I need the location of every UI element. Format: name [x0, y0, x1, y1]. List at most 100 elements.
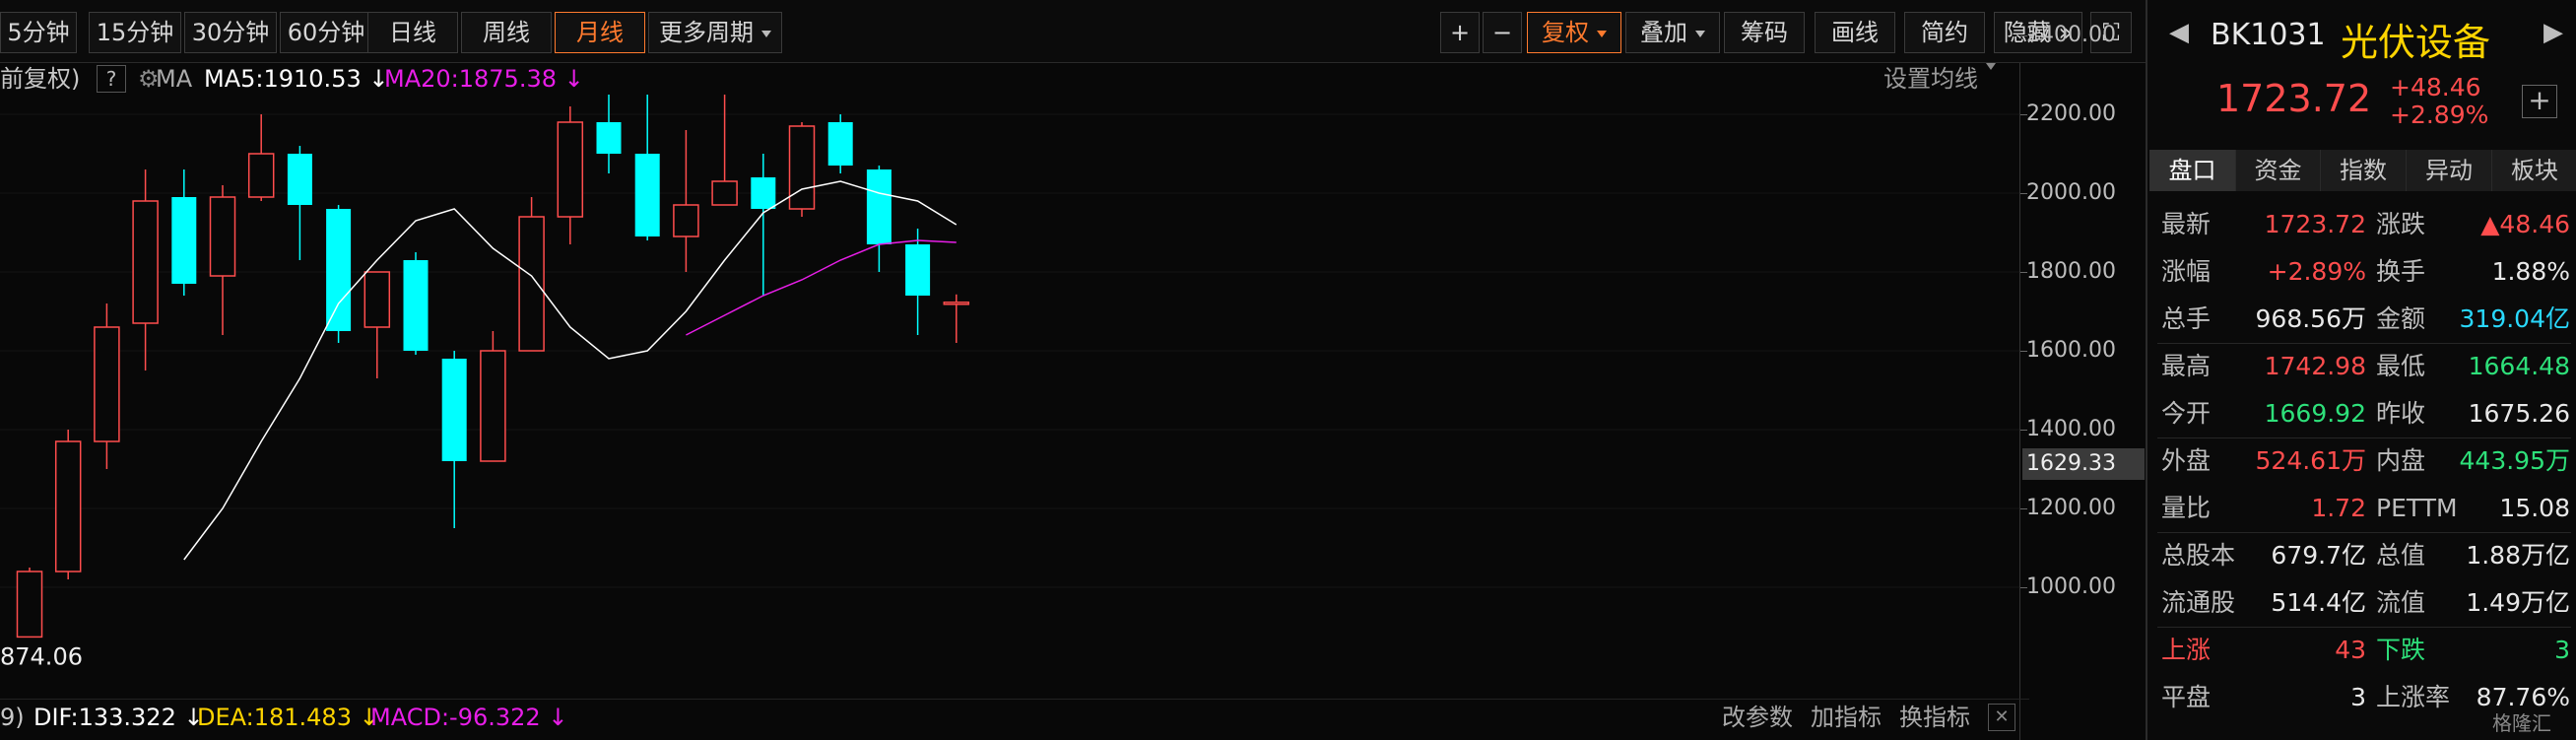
simple-mode-button[interactable]: 简约: [1904, 12, 1985, 53]
tab-sector[interactable]: 板块: [2492, 150, 2576, 191]
period-60min-button[interactable]: 60分钟: [280, 12, 372, 53]
tab-orderbook[interactable]: 盘口: [2149, 150, 2236, 191]
period-5min-button[interactable]: 5分钟: [0, 12, 77, 53]
dif-value: DIF:133.322 ↓: [33, 700, 204, 735]
prev-stock-icon[interactable]: ◀: [2169, 18, 2189, 47]
chevron-down-icon: [1986, 63, 1996, 70]
ma-settings-dropdown[interactable]: 设置均线: [1883, 63, 1996, 95]
ma20-text: MA20:1875.38: [384, 65, 557, 93]
quote-label: 外盘: [2161, 446, 2212, 475]
dif-text: DIF:133.322: [33, 704, 176, 731]
chip-distribution-button[interactable]: 筹码: [1724, 12, 1805, 53]
macd-value: MACD:-96.322 ↓: [370, 700, 567, 735]
stock-name: 光伏设备: [2341, 21, 2491, 64]
tab-index[interactable]: 指数: [2321, 150, 2407, 191]
next-stock-icon[interactable]: ▶: [2543, 18, 2563, 47]
zoom-out-button[interactable]: −: [1483, 12, 1522, 53]
help-icon[interactable]: ?: [97, 65, 126, 93]
chevron-down-icon: [761, 30, 771, 37]
add-watchlist-button[interactable]: +: [2522, 85, 2557, 118]
candle-down: [171, 197, 197, 284]
close-icon[interactable]: ✕: [1988, 704, 2015, 731]
quote-value: 1669.92: [2264, 399, 2366, 428]
axis-label: 2400.00: [2026, 23, 2116, 47]
collapse-panel-handle[interactable]: [2147, 0, 2149, 740]
quote-label: 平盘: [2161, 683, 2212, 711]
dea-value: DEA:181.483 ↓: [197, 700, 379, 735]
quote-row: 总股本 679.7亿 总值 1.88万亿: [2147, 532, 2576, 579]
tab-abnormal[interactable]: 异动: [2407, 150, 2492, 191]
period-month-button[interactable]: 月线: [555, 12, 645, 53]
tab-funds[interactable]: 资金: [2236, 150, 2321, 191]
quote-value: 3: [2554, 636, 2570, 664]
ma-settings-label: 设置均线: [1883, 65, 1978, 93]
price-axis: 2400.00 2200.00 2000.00 1800.00 1600.00 1400.…: [2019, 23, 2146, 740]
quote-value: 524.61万: [2255, 446, 2366, 475]
quote-panel: ◀ BK1031 光伏设备 ▶ 1723.72 +48.46 +2.89% + …: [2146, 0, 2576, 740]
axis-label: 1600.00: [2026, 338, 2116, 363]
dea-text: DEA:181.483: [197, 704, 352, 731]
chevron-down-icon: [1597, 30, 1607, 37]
overlay-dropdown[interactable]: 叠加: [1625, 12, 1720, 53]
overlay-label: 叠加: [1640, 19, 1687, 46]
period-week-button[interactable]: 周线: [461, 12, 552, 53]
candle-down: [596, 122, 622, 154]
quote-row: 最新 1723.72 涨跌 ▲48.46: [2147, 201, 2576, 248]
last-price-tag: 1629.33: [2022, 448, 2145, 480]
period-day-button[interactable]: 日线: [367, 12, 458, 53]
candle-down: [326, 209, 352, 331]
quote-value: 1742.98: [2264, 352, 2366, 380]
period-15min-button[interactable]: 15分钟: [89, 12, 181, 53]
quote-value: 1723.72: [2264, 210, 2366, 238]
more-periods-dropdown[interactable]: 更多周期: [648, 12, 782, 53]
chart-toolbar: 5分钟 15分钟 30分钟 60分钟 日线 周线 月线 更多周期 + − 复权 …: [0, 0, 2146, 63]
candle-down: [441, 359, 467, 461]
quote-row: 总手 968.56万 金额 319.04亿: [2147, 296, 2576, 343]
low-annotation-label: 874.06: [0, 642, 83, 670]
quote-value: 15.08: [2499, 494, 2570, 522]
arrow-down-icon: ↓: [548, 704, 568, 731]
quote-row: 量比 1.72 PETTM 15.08: [2147, 485, 2576, 532]
zoom-in-button[interactable]: +: [1440, 12, 1480, 53]
candle-up: [209, 196, 236, 277]
quote-value: 443.95万: [2459, 446, 2570, 475]
candlestick-chart[interactable]: 2459.83874.06: [0, 95, 2019, 698]
quote-value: +2.89%: [2267, 257, 2366, 286]
quote-label: 量比: [2161, 494, 2212, 522]
quote-row: 上涨 43 下跌 3: [2147, 627, 2576, 674]
change-params-button[interactable]: 改参数: [1722, 700, 1793, 735]
quote-label: 内盘: [2376, 446, 2426, 475]
candle-up: [247, 153, 275, 198]
quote-label: 下跌: [2376, 636, 2426, 664]
axis-label: 1800.00: [2026, 259, 2116, 284]
chevron-down-icon: [1695, 30, 1705, 37]
axis-label: 2200.00: [2026, 101, 2116, 126]
candle-up: [54, 440, 82, 572]
quote-value: 968.56万: [2255, 304, 2366, 333]
candle-up: [132, 200, 159, 324]
draw-line-button[interactable]: 画线: [1815, 12, 1895, 53]
quote-label: 昨收: [2376, 399, 2426, 428]
axis-label: 1200.00: [2026, 496, 2116, 520]
candle-down: [634, 154, 660, 236]
quote-label: 流值: [2376, 588, 2426, 617]
quote-value: 1.49万亿: [2466, 588, 2570, 617]
quote-value: 43: [2335, 636, 2366, 664]
ma-label: MA: [156, 65, 193, 93]
quote-label: 涨幅: [2161, 257, 2212, 286]
quote-value: ▲48.46: [2480, 210, 2570, 238]
more-periods-label: 更多周期: [659, 19, 754, 46]
quote-label: 最新: [2161, 210, 2212, 238]
arrow-down-icon: ↓: [563, 65, 584, 93]
period-30min-button[interactable]: 30分钟: [184, 12, 277, 53]
quote-label: 上涨率: [2376, 683, 2451, 711]
quote-value: 679.7亿: [2271, 541, 2366, 570]
quote-label: 今开: [2161, 399, 2212, 428]
add-indicator-button[interactable]: 加指标: [1811, 700, 1882, 735]
candle-down: [287, 154, 312, 205]
switch-indicator-button[interactable]: 换指标: [1899, 700, 1970, 735]
candle-up: [557, 121, 584, 218]
macd-text: MACD:-96.322: [370, 704, 541, 731]
adjust-dropdown[interactable]: 复权: [1527, 12, 1621, 53]
price-change: +48.46: [2390, 73, 2481, 101]
